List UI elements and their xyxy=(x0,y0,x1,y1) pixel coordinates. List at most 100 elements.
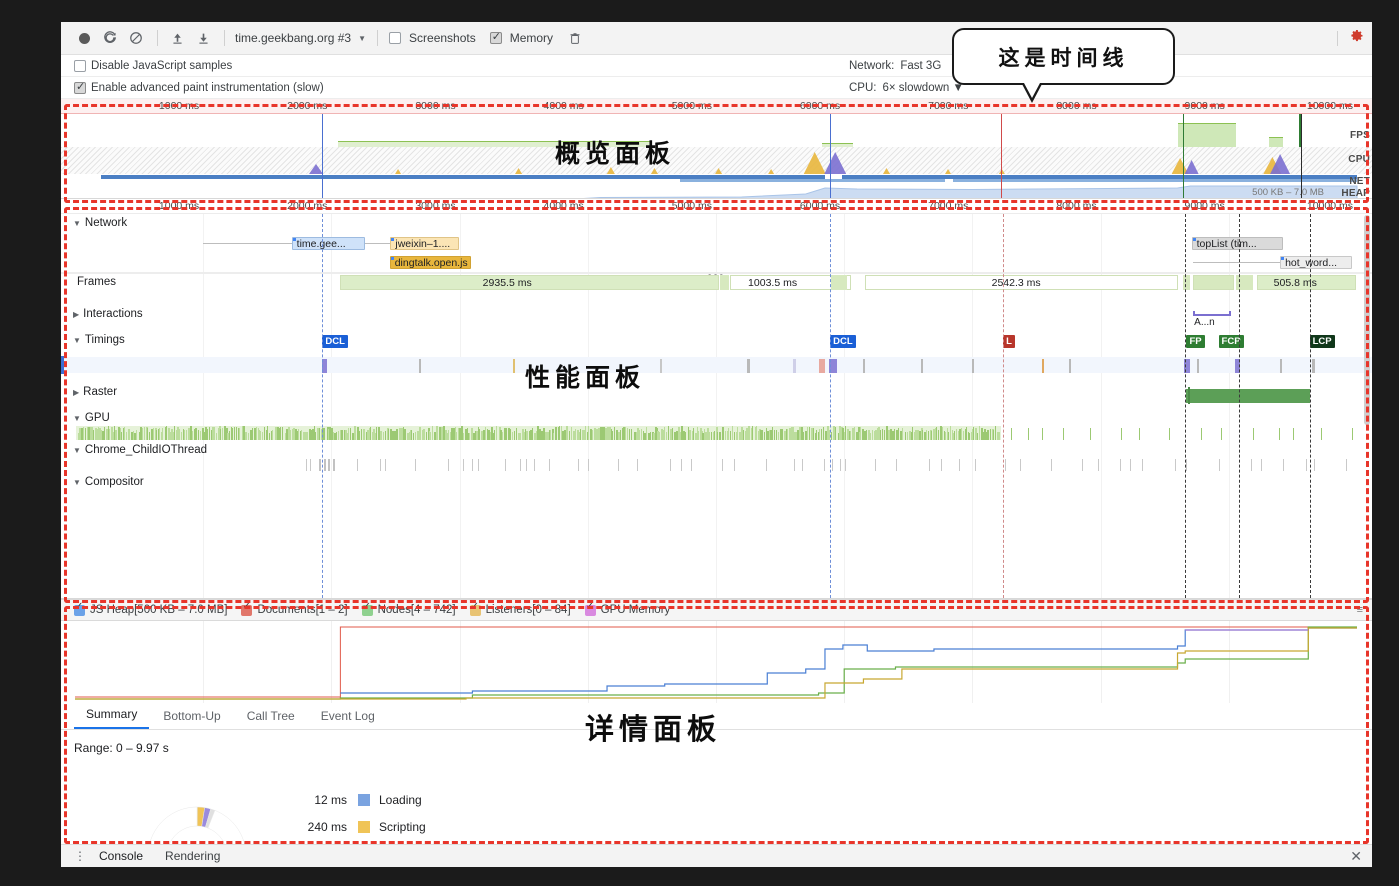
memory-counter-checkbox-3[interactable]: Listeners[0 – 84] xyxy=(469,601,571,616)
timing-marker-lcp[interactable]: LCP xyxy=(1309,335,1335,348)
statusbar-tab-console[interactable]: Console xyxy=(89,847,153,865)
childio-track-strip[interactable] xyxy=(61,458,1372,472)
disclosure-triangle-icon[interactable]: ▶ xyxy=(73,310,79,319)
network-request-bar[interactable]: jweixin–1.... xyxy=(390,237,459,250)
timing-marker-fp[interactable]: FP xyxy=(1186,335,1205,348)
memory-counter-checkbox-4[interactable]: GPU Memory xyxy=(584,601,670,616)
timing-marker-l[interactable]: L xyxy=(1003,335,1015,348)
flame-cursor-line[interactable] xyxy=(1003,214,1005,598)
network-value[interactable]: Fast 3G xyxy=(900,60,941,72)
overview-cursor-green[interactable] xyxy=(1182,114,1184,198)
chevron-down-icon[interactable]: ▼ xyxy=(354,34,370,43)
flame-cursor-line[interactable] xyxy=(322,214,324,598)
network-throttling-control[interactable]: Network: Fast 3G ▼ xyxy=(849,60,963,72)
main-track-event[interactable] xyxy=(921,359,924,373)
cpu-value[interactable]: 6× slowdown ▼ xyxy=(882,82,963,94)
main-track-event[interactable] xyxy=(1312,359,1316,373)
childio-tick xyxy=(462,459,464,471)
track-header-compositor[interactable]: ▼ Compositor xyxy=(73,476,144,488)
overview-panel[interactable]: 1000 ms 2000 ms 3000 ms 4000 ms 5000 ms 6000 … xyxy=(61,99,1372,199)
disclosure-triangle-icon[interactable]: ▼ xyxy=(73,219,81,228)
main-track-event[interactable] xyxy=(659,359,662,373)
main-track-event[interactable] xyxy=(1068,359,1071,373)
memory-checkbox[interactable]: Memory xyxy=(489,30,556,45)
details-tab-summary[interactable]: Summary xyxy=(74,703,150,729)
memory-counter-checkbox-1[interactable]: Documents[1 – 2] xyxy=(241,601,348,616)
track-header-timings[interactable]: ▼ Timings xyxy=(73,334,125,346)
gpu-tick xyxy=(280,426,282,440)
disclosure-triangle-icon[interactable]: ▼ xyxy=(73,414,81,423)
main-track-event[interactable] xyxy=(1280,359,1283,373)
overview-cursor-blue-2[interactable] xyxy=(830,114,832,198)
record-circle-icon[interactable] xyxy=(72,26,96,50)
main-track-event[interactable] xyxy=(746,359,750,373)
gpu-tick xyxy=(672,427,674,440)
fps-block xyxy=(1268,137,1283,147)
track-header-interactions[interactable]: ▶ Interactions xyxy=(73,308,143,320)
network-request-bar[interactable]: topList (tim... xyxy=(1191,237,1283,250)
upload-icon[interactable] xyxy=(165,26,189,50)
gpu-tick xyxy=(501,432,503,440)
main-track-event[interactable] xyxy=(418,359,421,373)
flame-cursor-line[interactable] xyxy=(830,214,832,598)
main-track-event[interactable] xyxy=(863,359,866,373)
gear-icon[interactable] xyxy=(1349,29,1364,48)
more-options-icon[interactable]: ⋮ xyxy=(73,850,87,862)
overview-cursor-dark[interactable] xyxy=(1300,114,1302,198)
details-tab-bottom-up[interactable]: Bottom-Up xyxy=(151,705,232,729)
flame-tick-label: 8000 ms xyxy=(1056,200,1097,212)
overview-cursor-blue[interactable] xyxy=(322,114,324,198)
screenshots-checkbox[interactable]: Screenshots xyxy=(389,31,479,45)
download-icon[interactable] xyxy=(191,26,215,50)
track-header-raster[interactable]: ▶ Raster xyxy=(73,386,117,398)
flame-cursor-line[interactable] xyxy=(1239,214,1241,598)
close-icon[interactable]: ✕ xyxy=(1350,848,1362,865)
disclosure-triangle-icon[interactable]: ▶ xyxy=(73,388,79,397)
details-tab-event-log[interactable]: Event Log xyxy=(309,705,387,729)
track-header-chrome-childiothread[interactable]: ▼ Chrome_ChildIOThread xyxy=(73,444,207,456)
interaction-bracket[interactable] xyxy=(1192,311,1232,316)
enable-paint-checkbox[interactable]: Enable advanced paint instrumentation (s… xyxy=(74,80,324,94)
gpu-tick xyxy=(1321,428,1323,440)
main-track-event[interactable] xyxy=(792,359,796,373)
clear-icon[interactable] xyxy=(124,26,148,50)
disclosure-triangle-icon[interactable]: ▼ xyxy=(73,336,81,345)
main-track-event[interactable] xyxy=(972,359,975,373)
disable-js-samples-checkbox[interactable]: Disable JavaScript samples xyxy=(74,59,232,72)
memory-counter-label: Documents[1 – 2] xyxy=(257,604,348,616)
memory-chart[interactable] xyxy=(61,621,1372,703)
overview-graphs[interactable]: 500 KB – 7.0 MB FPS CPU NET HEAP xyxy=(61,114,1372,198)
raster-task-block[interactable] xyxy=(1186,389,1310,403)
memory-counter-checkbox-0[interactable]: JS Heap[500 KB – 7.0 MB] xyxy=(74,601,228,616)
network-request-bar[interactable]: time.gee... xyxy=(291,237,365,250)
trash-icon[interactable] xyxy=(563,26,587,50)
gpu-track-strip[interactable] xyxy=(61,426,1372,440)
overview-cursor-red[interactable] xyxy=(1000,114,1002,198)
main-track-event[interactable] xyxy=(818,359,825,373)
track-header-gpu[interactable]: ▼ GPU xyxy=(73,412,110,424)
main-track-event[interactable] xyxy=(1196,359,1199,373)
track-header-network[interactable]: ▼ Network xyxy=(73,217,127,229)
main-track-event[interactable] xyxy=(513,359,516,373)
gpu-tick xyxy=(397,429,399,440)
details-tab-call-tree[interactable]: Call Tree xyxy=(235,705,307,729)
session-select-label[interactable]: time.geekbang.org #3 xyxy=(232,31,354,45)
disclosure-triangle-icon[interactable]: ▼ xyxy=(73,446,81,455)
flame-tracks[interactable]: ▼NetworkFrames▶Interactions▼Timings▶Main… xyxy=(61,214,1372,598)
menu-icon[interactable]: ≡ xyxy=(1357,605,1363,616)
memory-counter-checkbox-2[interactable]: Nodes[4 – 742] xyxy=(361,601,456,616)
timing-marker-dcl[interactable]: DCL xyxy=(322,335,348,348)
memory-counter-label: JS Heap[500 KB – 7.0 MB] xyxy=(90,604,228,616)
cpu-throttling-control[interactable]: CPU: 6× slowdown ▼ xyxy=(849,82,964,94)
flame-scrollbar-thumb[interactable] xyxy=(1364,215,1370,425)
frame-block[interactable] xyxy=(1192,275,1234,290)
timing-marker-dcl[interactable]: DCL xyxy=(830,335,856,348)
disclosure-triangle-icon[interactable]: ▼ xyxy=(73,478,81,487)
flame-chart-panel[interactable]: 1000 ms 2000 ms 3000 ms 4000 ms 5000 ms 6000 … xyxy=(61,199,1372,599)
reload-icon[interactable] xyxy=(98,26,122,50)
flame-cursor-line[interactable] xyxy=(1309,214,1311,598)
gpu-tick xyxy=(1351,428,1353,440)
main-track-event[interactable] xyxy=(1041,359,1044,373)
flame-cursor-line[interactable] xyxy=(1185,214,1187,598)
statusbar-tab-rendering[interactable]: Rendering xyxy=(155,847,230,865)
